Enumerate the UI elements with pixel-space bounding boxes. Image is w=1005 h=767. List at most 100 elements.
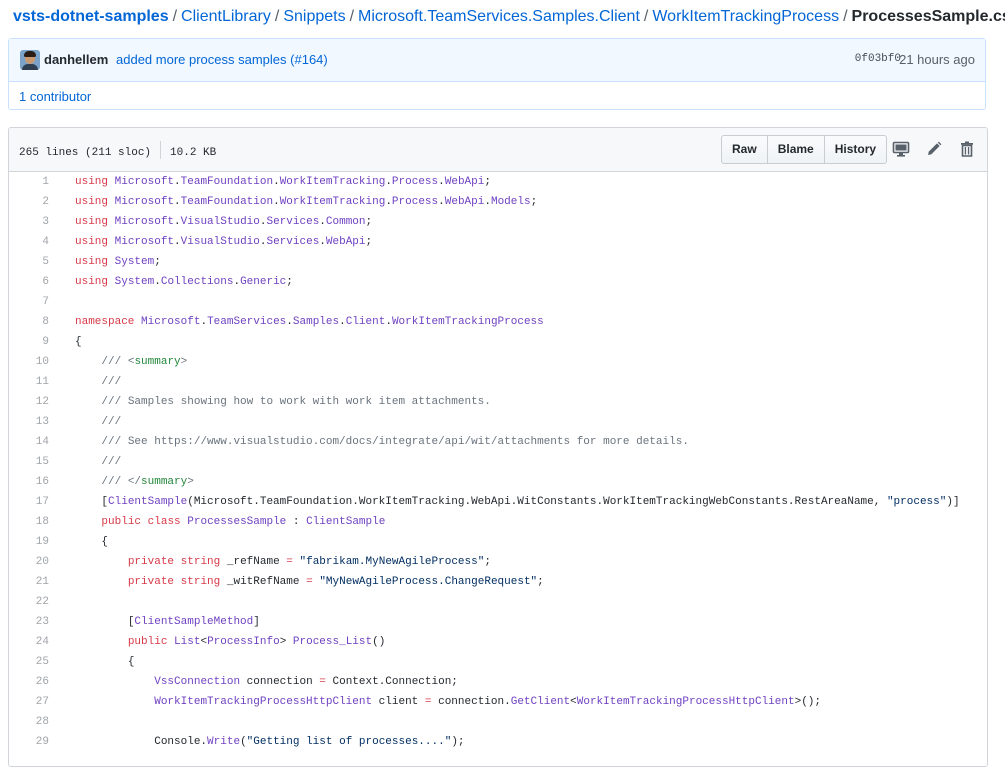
line-number[interactable]: 28 — [9, 712, 49, 732]
trash-icon[interactable] — [958, 140, 976, 158]
line-number[interactable]: 18 — [9, 512, 49, 532]
code-line: 13 /// — [9, 412, 987, 432]
line-number[interactable]: 20 — [9, 552, 49, 572]
blame-button[interactable]: Blame — [766, 136, 824, 163]
line-number[interactable]: 11 — [9, 372, 49, 392]
file-actions-group: Raw Blame History — [721, 135, 888, 164]
line-number[interactable]: 5 — [9, 252, 49, 272]
code-line: 18 public class ProcessesSample : Client… — [9, 512, 987, 532]
breadcrumb-link-snippets[interactable]: Snippets — [283, 8, 345, 25]
commit-header: danhellem added more process samples (#1… — [9, 39, 985, 82]
line-code: public List<ProcessInfo> Process_List() — [127, 636, 386, 648]
code-line: 26 VssConnection connection = Context.Co… — [9, 672, 987, 692]
line-number[interactable]: 6 — [9, 272, 49, 292]
line-number[interactable]: 14 — [9, 432, 49, 452]
line-code: namespace Microsoft.TeamServices.Samples… — [75, 316, 544, 328]
line-code: { — [94, 536, 109, 548]
code-line: 29 Console.Write("Getting list of proces… — [9, 732, 987, 752]
commit-author-link[interactable]: danhellem — [44, 52, 108, 67]
breadcrumb-link-samples-client[interactable]: Microsoft.TeamServices.Samples.Client — [358, 8, 640, 25]
line-code: using Microsoft.VisualStudio.Services.We… — [75, 236, 373, 248]
breadcrumb-separator: / — [643, 8, 649, 25]
line-number[interactable]: 7 — [9, 292, 49, 312]
code-line: 28 — [9, 712, 987, 732]
pencil-icon[interactable] — [925, 140, 943, 158]
line-number[interactable]: 8 — [9, 312, 49, 332]
line-number[interactable]: 25 — [9, 652, 49, 672]
line-code: [ClientSample(Microsoft.TeamFoundation.W… — [94, 496, 960, 508]
line-number[interactable]: 1 — [9, 172, 49, 192]
breadcrumb: vsts-dotnet-samples / ClientLibrary / Snippe… — [13, 7, 1005, 27]
line-number[interactable]: 26 — [9, 672, 49, 692]
breadcrumb-repo-link[interactable]: vsts-dotnet-samples — [13, 8, 169, 25]
avatar[interactable] — [20, 50, 40, 70]
code-line: 2 using Microsoft.TeamFoundation.WorkItem… — [9, 192, 987, 212]
code-line: 3 using Microsoft.VisualStudio.Services.C… — [9, 212, 987, 232]
commit-tease: danhellem added more process samples (#1… — [8, 38, 986, 110]
line-code: using Microsoft.TeamFoundation.WorkItemT… — [75, 196, 538, 208]
code-line: 16 /// </summary> — [9, 472, 987, 492]
code-table: 1 using Microsoft.TeamFoundation.WorkItem… — [9, 172, 987, 752]
code-line: 6 using System.Collections.Generic; — [9, 272, 987, 292]
line-number[interactable]: 12 — [9, 392, 49, 412]
history-button[interactable]: History — [823, 136, 886, 163]
raw-button[interactable]: Raw — [722, 136, 767, 163]
breadcrumb-link-clientlibrary[interactable]: ClientLibrary — [181, 8, 271, 25]
breadcrumb-separator: / — [843, 8, 848, 25]
line-number[interactable]: 17 — [9, 492, 49, 512]
line-number[interactable]: 3 — [9, 212, 49, 232]
line-code: { — [121, 656, 135, 668]
code-line: 20 private string _refName = "fabrikam.M… — [9, 552, 987, 572]
line-code: using Microsoft.TeamFoundation.WorkItemT… — [75, 176, 491, 188]
line-number[interactable]: 21 — [9, 572, 49, 592]
line-number[interactable]: 16 — [9, 472, 49, 492]
line-code: /// See https://www.visualstudio.com/doc… — [101, 436, 689, 448]
line-code: VssConnection connection = Context.Conne… — [154, 676, 458, 688]
code-line: 17 [ClientSample(Microsoft.TeamFoundatio… — [9, 492, 987, 512]
commit-message-end[interactable]: ) — [323, 52, 327, 67]
commit-message: added more process samples (#164) — [116, 52, 328, 67]
breadcrumb-separator: / — [274, 8, 280, 25]
breadcrumb-link-workitemtrackingprocess[interactable]: WorkItemTrackingProcess — [652, 8, 839, 25]
line-code: /// — [101, 416, 122, 428]
commit-pr-link[interactable]: #164 — [294, 52, 323, 67]
code-line: 4 using Microsoft.VisualStudio.Services.W… — [9, 232, 987, 252]
line-number[interactable]: 2 — [9, 192, 49, 212]
code-line: 25 { — [9, 652, 987, 672]
line-code: using System.Collections.Generic; — [75, 276, 293, 288]
line-code: using Microsoft.VisualStudio.Services.Co… — [75, 216, 373, 228]
line-number[interactable]: 27 — [9, 692, 49, 712]
file-size: 10.2 KB — [170, 146, 217, 159]
line-code: WorkItemTrackingProcessHttpClient client… — [154, 696, 821, 708]
line-number[interactable]: 19 — [9, 532, 49, 552]
line-number[interactable]: 4 — [9, 232, 49, 252]
line-number[interactable]: 22 — [9, 592, 49, 612]
commit-sha-link[interactable]: 0f03bf0 — [855, 53, 901, 65]
line-code: /// — [101, 376, 122, 388]
code-line: 22 — [9, 592, 987, 612]
line-number[interactable]: 13 — [9, 412, 49, 432]
line-code: using System; — [75, 256, 161, 268]
desktop-icon[interactable] — [892, 140, 910, 158]
commit-time: 21 hours ago — [899, 52, 975, 67]
code-line: 24 public List<ProcessInfo> Process_List… — [9, 632, 987, 652]
line-number[interactable]: 29 — [9, 732, 49, 752]
line-code: public class ProcessesSample : ClientSam… — [101, 516, 386, 528]
line-code: Console.Write("Getting list of processes… — [147, 736, 465, 748]
breadcrumb-separator: / — [172, 8, 178, 25]
contributors-link[interactable]: 1 contributor — [19, 89, 91, 104]
line-code: /// <summary> — [101, 356, 188, 368]
file-viewer: 265 lines (211 sloc) 10.2 KB Raw Blame Hi… — [8, 127, 988, 767]
code-line: 23 [ClientSampleMethod] — [9, 612, 987, 632]
code-line: 11 /// — [9, 372, 987, 392]
breadcrumb-separator: / — [349, 8, 355, 25]
line-number[interactable]: 10 — [9, 352, 49, 372]
commit-message-text[interactable]: added more process samples ( — [116, 52, 294, 67]
code-line: 8 namespace Microsoft.TeamServices.Sample… — [9, 312, 987, 332]
line-number[interactable]: 15 — [9, 452, 49, 472]
line-number[interactable]: 9 — [9, 332, 49, 352]
line-number[interactable]: 24 — [9, 632, 49, 652]
line-number[interactable]: 23 — [9, 612, 49, 632]
line-code: /// Samples showing how to work with wor… — [101, 396, 491, 408]
code-line: 10 /// <summary> — [9, 352, 987, 372]
